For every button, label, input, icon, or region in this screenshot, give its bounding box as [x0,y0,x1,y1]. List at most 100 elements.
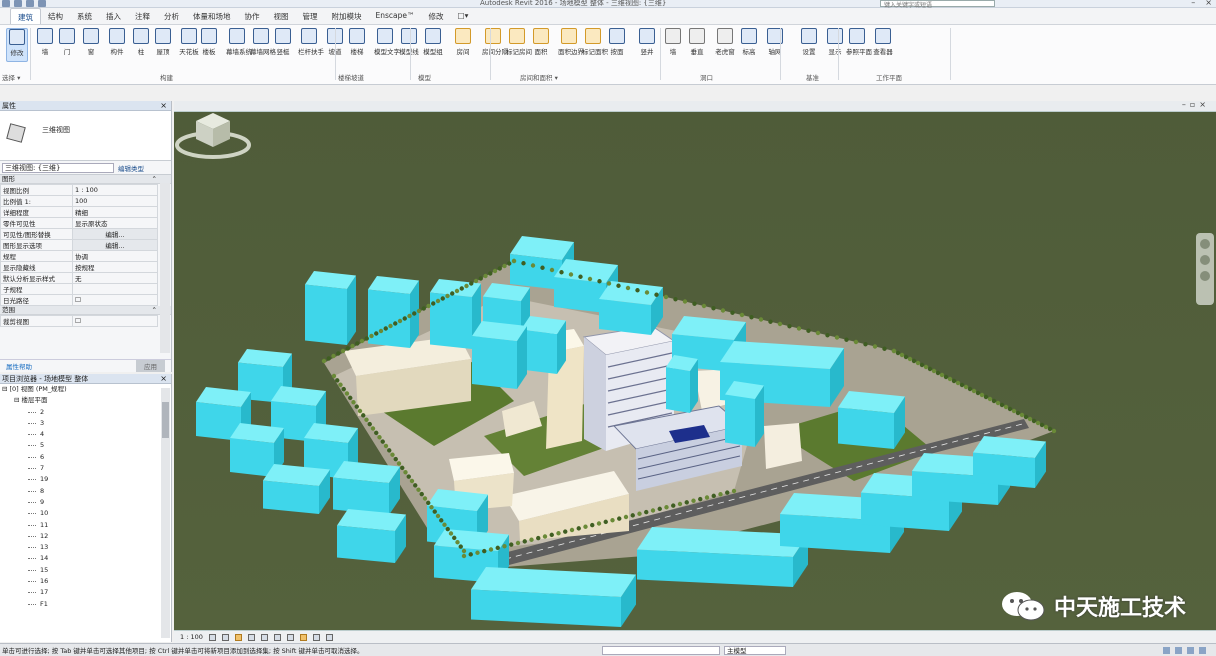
edit-type-button[interactable]: 编辑类型 [118,163,144,173]
tree-item-level[interactable]: F1 [2,599,171,610]
tree-item-level[interactable]: 2 [2,407,171,418]
browser-scrollbar[interactable] [161,388,170,638]
tab-12[interactable]: 修改 [422,8,451,24]
detail-level-icon[interactable] [208,633,216,641]
ribbon-button-23[interactable]: 标记面积 [582,28,608,62]
ribbon-panel-label[interactable]: 模型 [418,72,431,82]
visual-style-icon[interactable] [221,633,229,641]
ribbon-panel-label[interactable]: 基准 [806,72,819,82]
ribbon-button-8[interactable]: 楼板 [198,28,220,62]
ribbon-button-2[interactable]: 门 [56,28,78,62]
status-tools[interactable] [1163,646,1216,654]
tab-11[interactable]: Enscape™ [369,8,422,24]
tab-0[interactable]: 建筑 [10,8,41,24]
ribbon-button-30[interactable]: 轴网 [764,28,786,62]
tree-item-level[interactable]: 16 [2,576,171,587]
ribbon-button-19[interactable]: 房间分隔 [482,28,508,62]
ribbon-panel-label[interactable]: 房间和面积 ▾ [520,72,558,82]
crop-view-icon[interactable] [273,633,281,641]
viewcube[interactable] [174,101,252,161]
ribbon-button-5[interactable]: 柱 [130,28,152,62]
3d-viewport[interactable]: –▫× 中天施工技术 [174,101,1216,630]
property-value[interactable]: 协调 [72,250,158,262]
ribbon-button-12[interactable]: 栏杆扶手 [298,28,324,62]
property-value[interactable]: 无 [72,272,158,284]
ribbon-button-29[interactable]: 标高 [738,28,760,62]
ribbon-panel-label[interactable]: 楼梯坡道 [338,72,364,82]
tree-item-level[interactable]: 11 [2,520,171,531]
show-crop-icon[interactable] [286,633,294,641]
ribbon-button-27[interactable]: 垂直 [686,28,708,62]
active-model[interactable]: 主模型 [724,645,786,655]
tab-1[interactable]: 结构 [41,8,70,24]
ribbon-button-18[interactable]: 房间 [452,28,474,62]
type-selector[interactable]: 三维视图 [0,111,171,161]
tab-6[interactable]: 体量和场地 [186,8,238,24]
ribbon-button-10[interactable]: 幕墙网格 [250,28,276,62]
view-dropdown[interactable]: 三维视图: {三维} [2,162,114,173]
shadows-icon[interactable] [247,633,255,641]
tab-10[interactable]: 附加模块 [325,8,369,24]
undo-icon[interactable] [26,0,34,7]
ribbon-button-24[interactable]: 按面 [606,28,628,62]
ribbon-button-28[interactable]: 老虎窗 [714,28,736,62]
tab-4[interactable]: 注释 [128,8,157,24]
tree-root[interactable]: ⊟ [0] 视图 (PM_规程) [2,384,171,395]
ribbon-button-1[interactable]: 墙 [34,28,56,62]
tab-9[interactable]: 管理 [296,8,325,24]
tab-8[interactable]: 视图 [267,8,296,24]
tree-item-level[interactable]: 3 [2,418,171,429]
ribbon-button-22[interactable]: 面积边界 [558,28,584,62]
ribbon-button-7[interactable]: 天花板 [178,28,200,62]
reveal-hidden-icon[interactable] [325,633,333,641]
tree-item-level[interactable]: 17 [2,587,171,598]
tab-7[interactable]: 协作 [238,8,267,24]
property-value[interactable]: ☐ [72,294,158,306]
ribbon-button-0[interactable]: 修改 [6,28,28,62]
steering-wheel-icon[interactable] [1200,239,1210,249]
ribbon-button-33[interactable]: 参照平面 [846,28,872,62]
quick-access-toolbar[interactable] [2,0,46,7]
tree-item-level[interactable]: 8 [2,486,171,497]
tree-item-level[interactable]: 19 [2,474,171,485]
property-value[interactable]: 按规程 [72,261,158,273]
redo-icon[interactable] [38,0,46,7]
tree-item-level[interactable]: 14 [2,553,171,564]
ribbon-button-32[interactable]: 显示 [824,28,846,62]
ribbon-button-9[interactable]: 幕墙系统 [226,28,252,62]
tab-2[interactable]: 系统 [70,8,99,24]
tree-item-level[interactable]: 9 [2,497,171,508]
view-scale[interactable]: 1 : 100 [180,633,203,641]
section-graphics[interactable]: 图形 ⌃ [0,175,171,184]
tree-item-level[interactable]: 12 [2,531,171,542]
ribbon-panel-label[interactable]: 构建 [160,72,173,82]
property-value[interactable]: 精细 [72,206,158,218]
tree-item-level[interactable]: 7 [2,463,171,474]
tree-group-floor-plans[interactable]: ⊟ 楼层平面 [2,395,171,406]
property-value[interactable]: 编辑... [72,228,158,240]
tree-item-level[interactable]: 13 [2,542,171,553]
hide-isolate-icon[interactable] [312,633,320,641]
ribbon-button-34[interactable]: 查看器 [872,28,894,62]
pan-icon[interactable] [1200,271,1210,281]
tree-item-level[interactable]: 10 [2,508,171,519]
tab-5[interactable]: 分析 [157,8,186,24]
save-icon[interactable] [14,0,22,7]
tree-item-level[interactable]: 15 [2,565,171,576]
ribbon-button-6[interactable]: 屋顶 [152,28,174,62]
tree-item-level[interactable]: 5 [2,440,171,451]
ribbon-button-3[interactable]: 窗 [80,28,102,62]
ribbon-button-31[interactable]: 设置 [798,28,820,62]
ribbon-button-25[interactable]: 竖井 [636,28,658,62]
ribbon-button-11[interactable]: 竖梃 [272,28,294,62]
section-extents[interactable]: 范围 ⌃ [0,306,171,315]
navigation-bar[interactable] [1196,233,1214,305]
ribbon-panel-label[interactable]: 洞口 [700,72,713,82]
ribbon-panel-label[interactable]: 选择 ▾ [2,72,20,82]
tab-3[interactable]: 插入 [99,8,128,24]
ribbon-button-20[interactable]: 标记房间 [506,28,532,62]
close-icon[interactable]: × [160,101,167,111]
ribbon-button-17[interactable]: 模型组 [422,28,444,62]
property-value[interactable]: 显示原状态 [72,217,158,229]
ribbon-button-15[interactable]: 模型文字 [374,28,400,62]
